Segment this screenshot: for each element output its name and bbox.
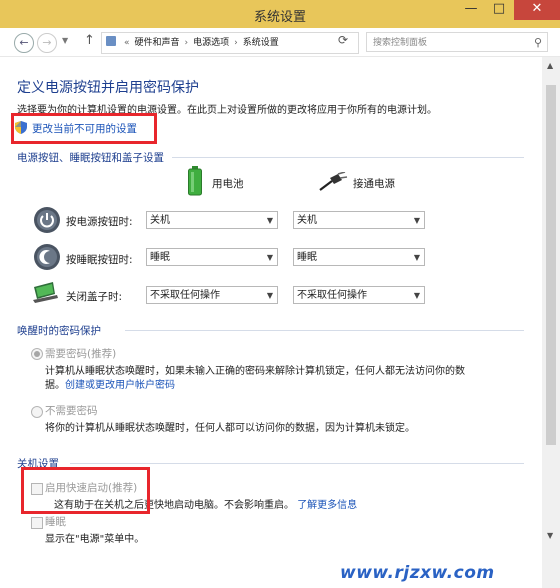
search-input[interactable]: 搜索控制面板 ⚲ (366, 32, 548, 52)
control-panel-icon (106, 36, 116, 46)
close-lid-battery-select[interactable]: 不采取任何操作 ▼ (146, 286, 278, 304)
section-divider (172, 157, 524, 158)
column-battery: 用电池 (212, 178, 244, 190)
scroll-thumb[interactable] (546, 85, 556, 445)
chevron-down-icon: ▼ (266, 216, 273, 225)
power-plug-icon (319, 172, 348, 191)
select-value: 关机 (150, 215, 170, 226)
sleep-checkbox[interactable] (31, 517, 43, 529)
scroll-up-arrow-icon[interactable]: ▲ (547, 61, 553, 70)
select-value: 睡眠 (150, 252, 170, 263)
section-divider (70, 463, 524, 464)
select-value: 睡眠 (297, 252, 317, 263)
power-button-battery-select[interactable]: 关机 ▼ (146, 211, 278, 229)
chevron-right-icon: › (184, 38, 189, 48)
vertical-scrollbar[interactable]: ▲ ▼ (542, 57, 560, 588)
select-value: 不采取任何操作 (297, 290, 367, 301)
breadcrumb-hardware-sound[interactable]: 硬件和声音 (135, 38, 180, 48)
refresh-icon[interactable]: ⟳ (338, 33, 348, 47)
search-placeholder: 搜索控制面板 (373, 38, 428, 48)
chevron-down-icon: ▼ (413, 253, 420, 262)
select-value: 不采取任何操作 (150, 290, 220, 301)
select-value: 关机 (297, 215, 317, 226)
scroll-down-arrow-icon[interactable]: ▼ (547, 531, 553, 540)
sleep-button-plugged-select[interactable]: 睡眠 ▼ (293, 248, 425, 266)
require-password-description: 计算机从睡眠状态唤醒时，如果未输入正确的密码来解除计算机锁定，任何人都无法访问你… (45, 366, 465, 377)
breadcrumb-system-settings[interactable]: 系统设置 (243, 38, 279, 48)
require-password-radio[interactable] (31, 348, 43, 360)
breadcrumb-power-options[interactable]: 电源选项 (193, 38, 229, 48)
description-end: 据。 (45, 380, 65, 391)
row-label-sleep-button: 按睡眠按钮时: (66, 254, 133, 266)
watermark: www.rjzxw.com (340, 563, 495, 583)
forward-arrow-icon[interactable]: → (37, 33, 57, 53)
require-password-label: 需要密码(推荐) (45, 348, 117, 360)
chevron-down-icon: ▼ (266, 253, 273, 262)
require-password-description-cont: 据。创建或更改用户帐户密码 (45, 376, 175, 391)
close-button[interactable]: ✕ (514, 0, 560, 20)
breadcrumb[interactable]: « 硬件和声音 › 电源选项 › 系统设置 (101, 32, 359, 54)
no-password-radio[interactable] (31, 406, 43, 418)
highlight-box (11, 113, 157, 144)
back-arrow-icon[interactable]: ← (14, 33, 34, 53)
sleep-button-icon (34, 244, 60, 270)
address-bar: ← → ▼ ↑ « 硬件和声音 › 电源选项 › 系统设置 ⟳ 搜索控制面板 ⚲ (0, 28, 560, 57)
chevron-icon: « (124, 38, 130, 48)
battery-icon (188, 166, 202, 196)
highlight-box (21, 467, 150, 514)
settings-content: 定义电源按钮并启用密码保护 选择要为你的计算机设置的电源设置。在此页上对设置所做… (0, 57, 542, 588)
create-change-password-link[interactable]: 创建或更改用户帐户密码 (65, 380, 175, 391)
laptop-lid-icon (33, 282, 58, 303)
no-password-label: 不需要密码 (45, 405, 98, 417)
column-plugged-in: 接通电源 (353, 178, 395, 190)
search-icon[interactable]: ⚲ (534, 33, 542, 53)
row-label-close-lid: 关闭盖子时: (66, 291, 123, 303)
power-button-icon (34, 207, 60, 233)
sleep-label: 睡眠 (45, 516, 66, 528)
close-lid-plugged-select[interactable]: 不采取任何操作 ▼ (293, 286, 425, 304)
chevron-down-icon: ▼ (413, 216, 420, 225)
recent-locations-icon[interactable]: ▼ (62, 36, 68, 45)
section-power-buttons: 电源按钮、睡眠按钮和盖子设置 (17, 152, 164, 164)
chevron-down-icon: ▼ (266, 291, 273, 300)
minimize-button[interactable]: — (458, 0, 484, 20)
system-settings-window: 系统设置 — □ ✕ ← → ▼ ↑ « 硬件和声音 › 电源选项 › 系统设置 ⟳ 搜索… (0, 0, 560, 588)
maximize-button[interactable]: □ (486, 0, 512, 20)
row-label-power-button: 按电源按钮时: (66, 216, 133, 228)
section-divider (125, 330, 524, 331)
section-wake-password: 唤醒时的密码保护 (17, 325, 101, 337)
learn-more-link[interactable]: 了解更多信息 (297, 500, 357, 511)
chevron-right-icon: › (234, 38, 238, 48)
sleep-description: 显示在"电源"菜单中。 (45, 534, 145, 545)
up-arrow-icon[interactable]: ↑ (84, 33, 95, 48)
no-password-description: 将你的计算机从睡眠状态唤醒时，任何人都可以访问你的数据，因为计算机未锁定。 (45, 423, 415, 434)
title-bar: 系统设置 — □ ✕ (0, 0, 560, 29)
chevron-down-icon: ▼ (413, 291, 420, 300)
sleep-button-battery-select[interactable]: 睡眠 ▼ (146, 248, 278, 266)
power-button-plugged-select[interactable]: 关机 ▼ (293, 211, 425, 229)
page-title: 定义电源按钮并启用密码保护 (17, 80, 199, 96)
